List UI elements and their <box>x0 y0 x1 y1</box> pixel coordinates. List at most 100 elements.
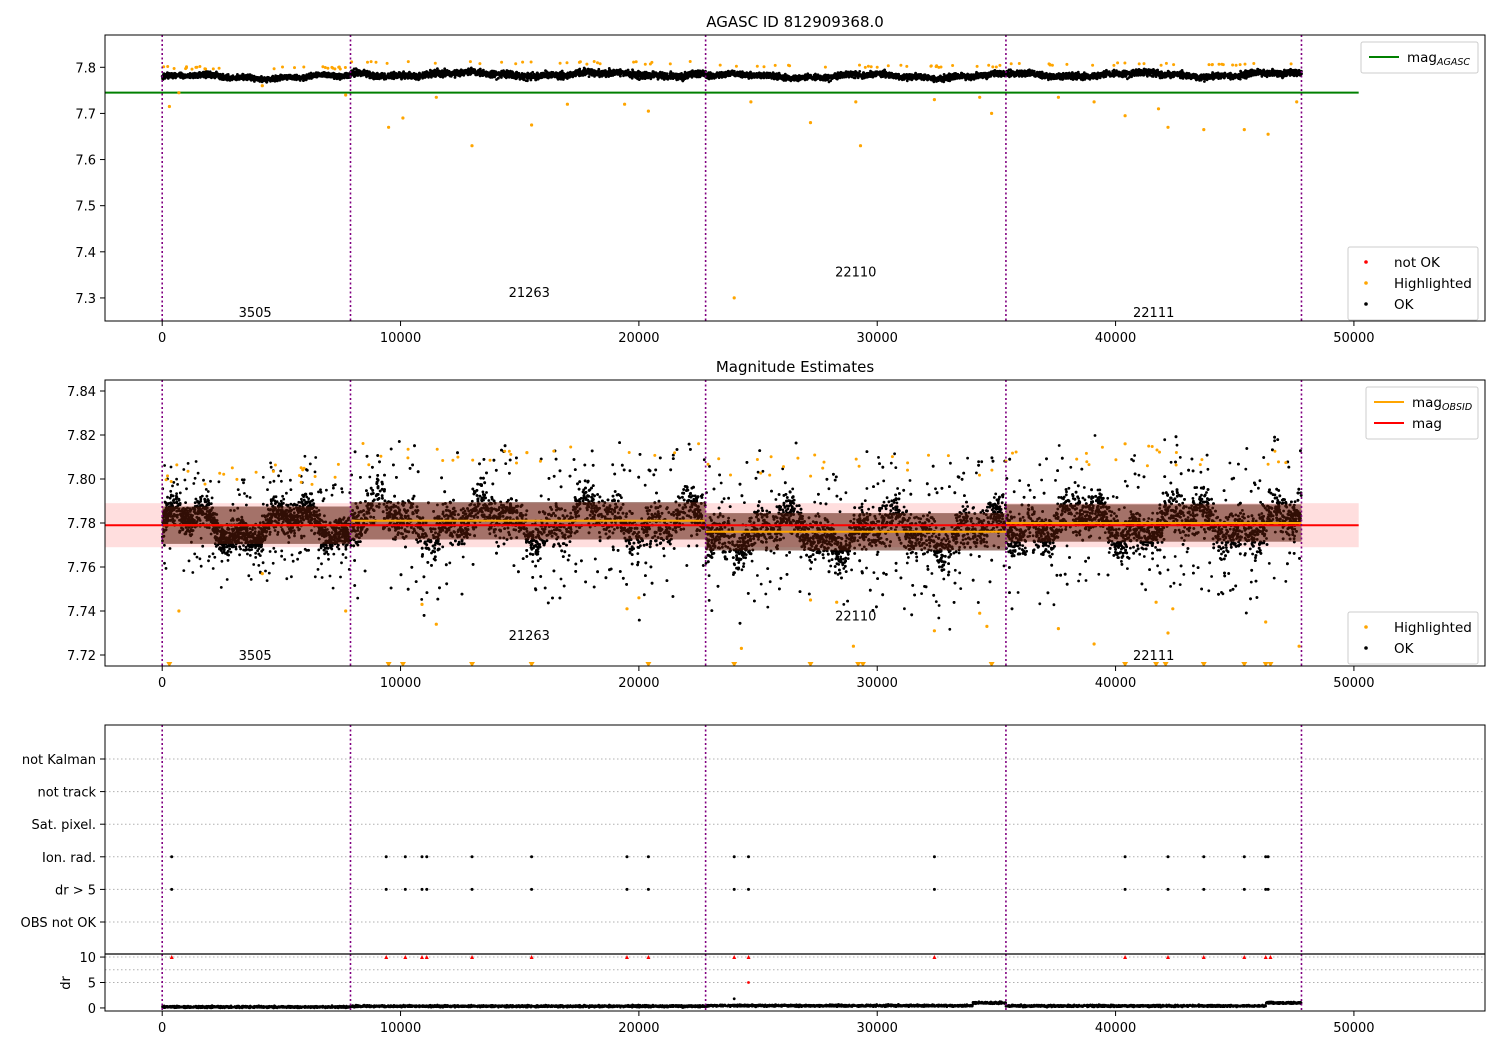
highlighted-point <box>578 60 582 64</box>
ok-point <box>360 72 364 76</box>
ok-point <box>604 72 608 75</box>
ok-point <box>884 75 887 79</box>
ok-point <box>374 73 378 76</box>
ok-point <box>459 70 463 74</box>
ok-point <box>325 75 328 79</box>
ok-point <box>477 68 481 72</box>
ok-point <box>675 75 679 79</box>
ok-point <box>574 71 578 75</box>
highlighted-point <box>529 60 533 64</box>
ok-point <box>615 68 619 72</box>
ok-point <box>600 74 604 78</box>
ok-point <box>645 71 649 75</box>
ok-point <box>643 75 647 79</box>
ok-point <box>685 74 689 78</box>
ok-point <box>385 75 389 78</box>
ok-point <box>402 74 405 78</box>
ok-point <box>244 74 248 77</box>
ok-point <box>852 76 856 80</box>
highlighted-point <box>333 67 337 71</box>
ok-point <box>162 72 166 75</box>
ok-point <box>562 74 566 78</box>
ok-point <box>258 80 262 83</box>
ok-point <box>226 76 230 80</box>
plot-area: 3505212632211022111 <box>105 35 1359 321</box>
highlighted-point <box>211 67 215 71</box>
ok-point <box>428 71 431 75</box>
ok-point <box>829 79 833 82</box>
ok-point <box>536 74 540 78</box>
ok-point <box>203 73 207 76</box>
ok-point <box>453 76 457 79</box>
ok-point <box>180 74 184 78</box>
ok-point <box>402 70 405 73</box>
ok-point <box>357 69 360 73</box>
ok-point <box>303 78 307 82</box>
ok-point <box>215 73 219 77</box>
highlighted-point <box>596 61 599 65</box>
highlighted-point <box>198 65 202 68</box>
ok-point <box>189 76 192 80</box>
ok-point <box>342 73 346 77</box>
highlighted-point <box>190 67 194 71</box>
highlighted-point <box>565 61 569 65</box>
ok-point <box>334 73 338 76</box>
ok-point <box>276 74 280 78</box>
ok-point <box>309 75 312 79</box>
ok-point <box>251 76 254 80</box>
ok-point <box>364 70 368 73</box>
ok-point <box>235 77 238 81</box>
highlighted-point <box>688 60 692 63</box>
highlighted-point <box>592 60 596 63</box>
highlighted-point <box>521 60 525 64</box>
ok-point <box>510 70 514 74</box>
ok-point <box>201 70 205 74</box>
ok-point <box>382 77 386 81</box>
ok-point <box>619 69 622 73</box>
ok-point <box>333 76 337 80</box>
ok-point <box>420 73 423 76</box>
ok-point <box>942 73 946 76</box>
ok-point <box>598 72 602 76</box>
ok-point <box>649 77 653 81</box>
ok-point <box>444 73 448 77</box>
ok-point <box>890 71 893 75</box>
ok-point <box>932 80 936 84</box>
ok-point <box>587 71 590 75</box>
highlighted-point <box>343 66 347 69</box>
highlighted-point <box>374 60 378 64</box>
ok-point <box>697 75 700 79</box>
highlighted-point <box>468 60 472 64</box>
ok-point <box>634 73 638 76</box>
plot-content: 3505212632211022111 <box>105 35 1359 321</box>
ok-point <box>370 74 373 78</box>
ok-point <box>569 70 572 74</box>
ok-point <box>550 70 553 74</box>
highlighted-point <box>323 66 327 69</box>
ok-point <box>455 69 459 73</box>
ok-point <box>656 73 659 77</box>
ok-point <box>708 71 712 74</box>
ok-point <box>700 71 704 75</box>
highlighted-point <box>433 61 437 65</box>
ok-point <box>236 75 240 78</box>
ok-point <box>638 74 642 78</box>
highlighted-point <box>185 65 188 69</box>
ok-point <box>581 71 585 75</box>
ok-point <box>544 69 547 73</box>
ok-point <box>664 77 668 80</box>
ok-point <box>289 76 293 79</box>
ok-point <box>494 70 498 74</box>
highlighted-point <box>302 65 306 69</box>
ok-point <box>594 71 598 74</box>
ok-point <box>524 79 528 82</box>
ok-point <box>661 71 664 74</box>
highlighted-point <box>634 60 638 64</box>
ok-point <box>353 75 356 78</box>
ok-point <box>547 71 550 75</box>
ok-point <box>228 79 232 82</box>
ok-point <box>434 70 438 73</box>
ok-point <box>436 72 440 76</box>
ok-point <box>582 66 586 70</box>
ok-point <box>665 72 669 75</box>
